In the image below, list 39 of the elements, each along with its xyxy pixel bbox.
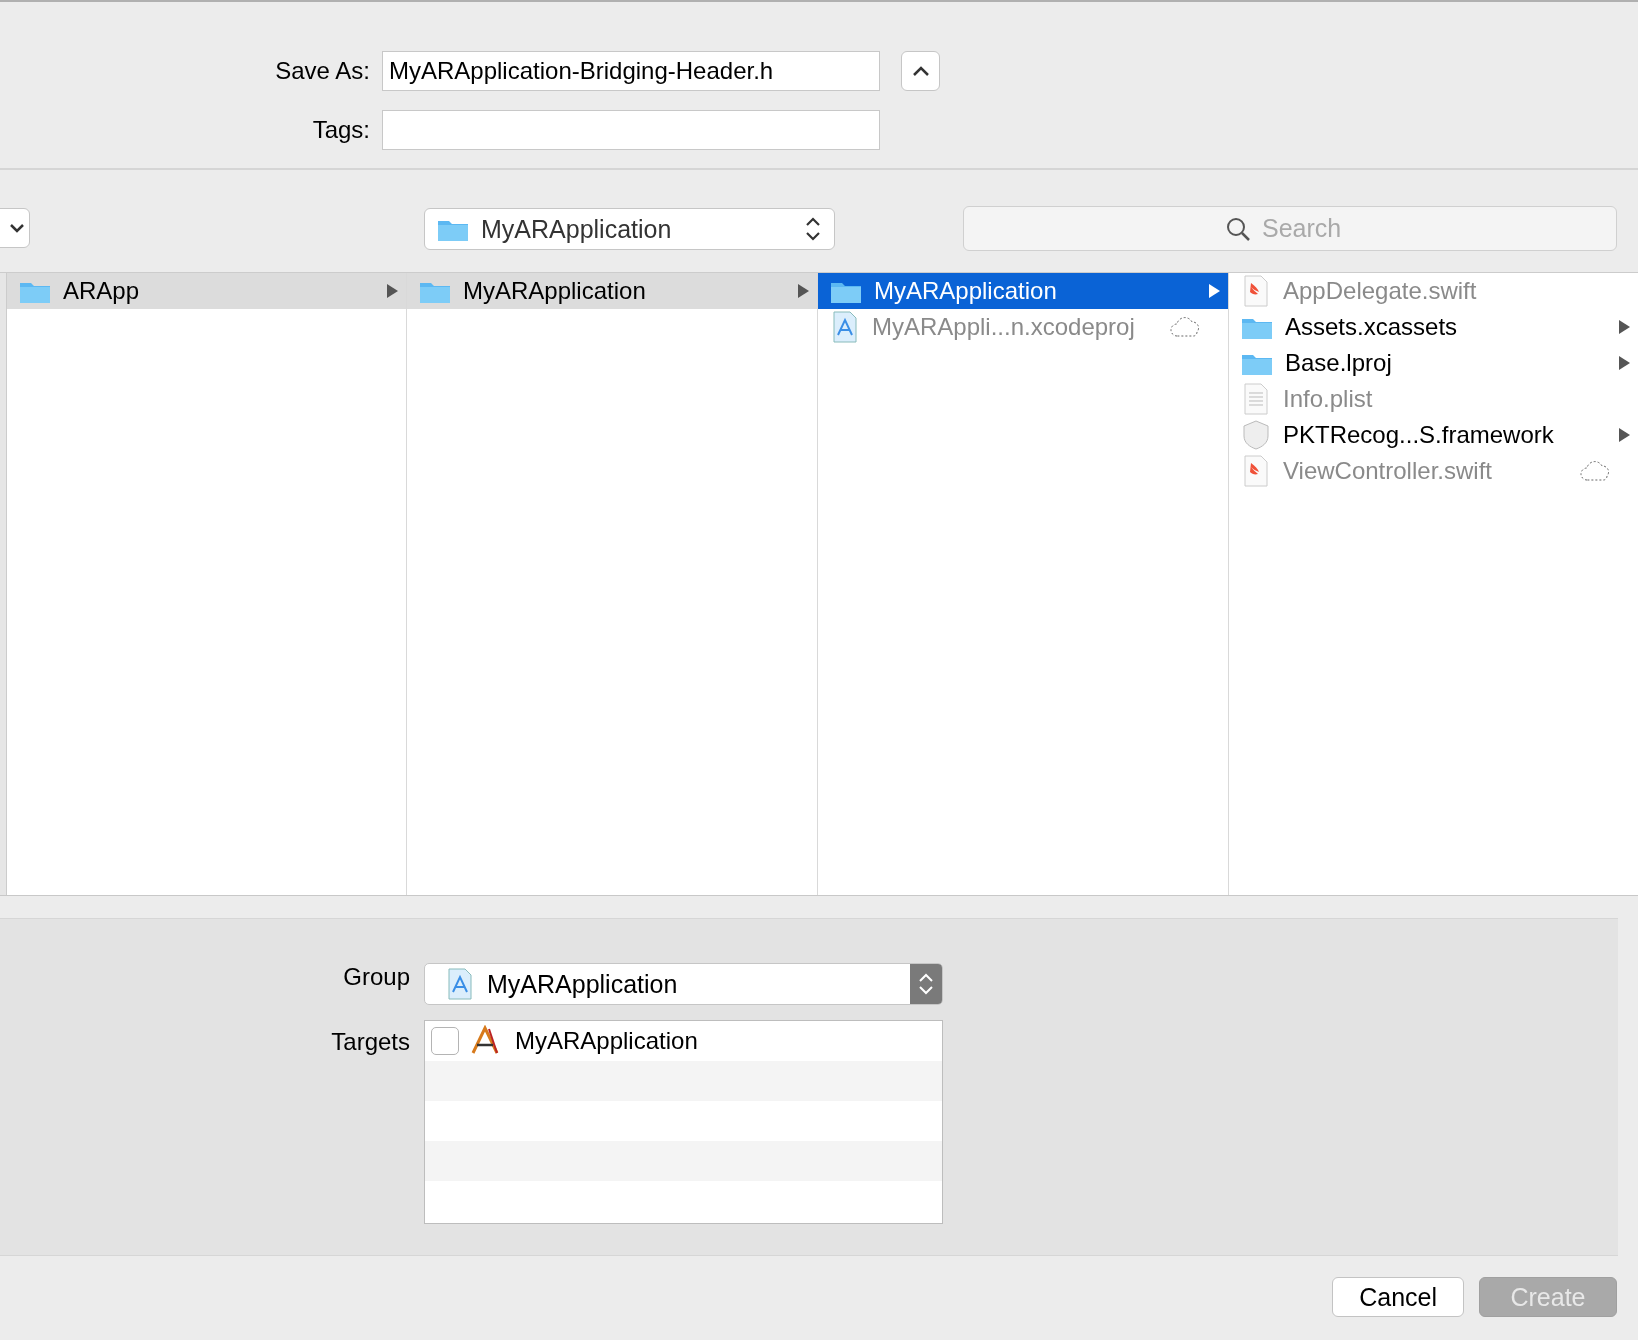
up-down-arrows-icon — [917, 973, 935, 995]
view-menu-button[interactable] — [0, 208, 30, 248]
file-browser-row[interactable]: Assets.xcassets — [1229, 309, 1638, 345]
file-browser-row[interactable]: MyARApplication — [407, 273, 817, 309]
cloud-icon — [1580, 460, 1610, 482]
group-popup[interactable]: MyARApplication — [424, 963, 943, 1005]
save-as-field[interactable]: MyARApplication-Bridging-Header.h — [382, 51, 880, 91]
checkbox[interactable] — [431, 1027, 459, 1055]
list-file-icon — [1241, 383, 1271, 415]
target-name: MyARApplication — [515, 1027, 698, 1055]
cancel-button[interactable]: Cancel — [1332, 1277, 1464, 1317]
disclosure-triangle-icon — [386, 283, 398, 299]
search-input[interactable]: Search — [1260, 213, 1354, 244]
disclosure-triangle-icon — [1618, 319, 1630, 335]
targets-label: Targets — [331, 1027, 410, 1056]
disclosure-triangle-icon — [1618, 355, 1630, 371]
group-label: Group — [343, 963, 410, 992]
file-browser-row[interactable]: Base.lproj — [1229, 345, 1638, 381]
shield-icon — [1241, 419, 1271, 451]
tags-label: Tags: — [312, 116, 370, 144]
file-browser-row[interactable]: ARApp — [7, 273, 406, 309]
chevron-up-icon — [911, 64, 930, 78]
save-as-label: Save As: — [275, 57, 370, 85]
collapse-button[interactable] — [901, 51, 940, 91]
search-icon — [1226, 216, 1250, 241]
project-file-icon — [830, 311, 860, 343]
file-browser-row[interactable]: PKTRecog...S.framework — [1229, 417, 1638, 453]
up-down-arrows-icon — [804, 216, 822, 242]
disclosure-triangle-icon — [797, 283, 809, 299]
swift-file-icon — [1241, 455, 1271, 487]
project-file-icon — [445, 968, 475, 1000]
chevron-down-icon — [9, 222, 25, 234]
tags-field[interactable] — [382, 110, 880, 150]
disclosure-triangle-icon — [1208, 283, 1220, 299]
file-browser-row[interactable]: MyARApplication — [818, 273, 1228, 309]
cloud-icon — [1170, 316, 1200, 338]
disclosure-triangle-icon — [1618, 427, 1630, 443]
search-field[interactable]: Search — [963, 206, 1617, 251]
location-popup[interactable]: MyARApplication — [424, 208, 835, 250]
